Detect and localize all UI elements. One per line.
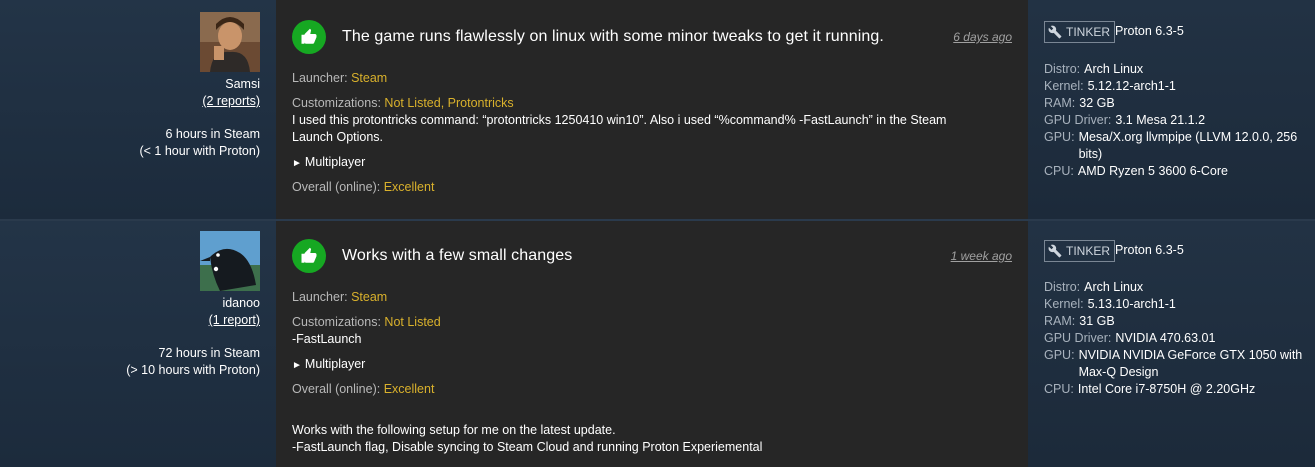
system-specs: Distro: Arch Linux Kernel: 5.13.10-arch1-1… — [1044, 279, 1304, 398]
system-panel: TINKER Proton 6.3-5 Distro: Arch Linux Ke… — [1028, 0, 1315, 220]
spec-gpu-driver: GPU Driver: NVIDIA 470.63.01 — [1044, 331, 1216, 345]
overall-row: Overall (online): Excellent — [292, 381, 972, 398]
proton-version: Proton 6.3-5 — [1115, 24, 1184, 38]
report-card: idanoo (1 report) 72 hours in Steam (> 1… — [0, 221, 1315, 467]
overall-row: Overall (online): Excellent — [292, 179, 972, 196]
spec-kernel: Kernel: 5.12.12-arch1-1 — [1044, 79, 1176, 93]
report-summary: The game runs flawlessly on linux with s… — [342, 28, 884, 45]
report-date-link[interactable]: 1 week ago — [951, 249, 1012, 263]
report-body: The game runs flawlessly on linux with s… — [276, 0, 1028, 220]
spec-ram: RAM: 32 GB — [1044, 96, 1115, 110]
launcher-row: Launcher: Steam — [292, 70, 972, 87]
report-notes: I used this protontricks command: “proto… — [292, 113, 947, 144]
spec-cpu: CPU: AMD Ryzen 5 3600 6-Core — [1044, 164, 1228, 178]
customizations-value: Not Listed — [384, 315, 441, 329]
report-body: Works with a few small changes 1 week ag… — [276, 221, 1028, 467]
tinker-badge: TINKER — [1044, 21, 1116, 43]
multiplayer-toggle[interactable]: ► Multiplayer — [292, 356, 972, 374]
report-card: Samsi (2 reports) 6 hours in Steam (< 1 … — [0, 0, 1315, 220]
playtime: 6 hours in Steam (< 1 hour with Proton) — [20, 126, 260, 160]
extra-notes-2: -FastLaunch flag, Disable syncing to Ste… — [292, 440, 763, 454]
customizations-row: Customizations: Not Listed, Protontricks — [292, 95, 972, 112]
tinker-label: TINKER — [1066, 244, 1111, 258]
avatar[interactable] — [200, 231, 260, 291]
overall-label: Overall (online): — [292, 382, 381, 396]
thumbs-up-icon — [292, 239, 326, 273]
launcher-label: Launcher: — [292, 290, 348, 304]
multiplayer-label: Multiplayer — [304, 357, 366, 371]
launcher-value: Steam — [351, 71, 388, 85]
spec-ram: RAM: 31 GB — [1044, 314, 1115, 328]
launcher-value: Steam — [351, 290, 388, 304]
spec-kernel: Kernel: 5.13.10-arch1-1 — [1044, 297, 1176, 311]
overall-label: Overall (online): — [292, 180, 381, 194]
spec-gpu: GPU: Mesa/X.org llvmpipe (LLVM 12.0.0, 25… — [1044, 130, 1298, 161]
hours-with-proton: (< 1 hour with Proton) — [139, 144, 260, 158]
spec-distro: Distro: Arch Linux — [1044, 62, 1144, 76]
overall-value: Excellent — [383, 180, 435, 194]
user-panel: idanoo (1 report) 72 hours in Steam (> 1… — [0, 221, 276, 467]
multiplayer-label: Multiplayer — [304, 155, 366, 169]
spec-gpu-driver: GPU Driver: 3.1 Mesa 21.1.2 — [1044, 113, 1206, 127]
report-date-link[interactable]: 6 days ago — [953, 30, 1012, 44]
user-panel: Samsi (2 reports) 6 hours in Steam (< 1 … — [0, 0, 276, 220]
username: idanoo — [222, 296, 260, 310]
system-specs: Distro: Arch Linux Kernel: 5.12.12-arch1-1… — [1044, 61, 1304, 180]
tinker-badge: TINKER — [1044, 240, 1116, 262]
launcher-label: Launcher: — [292, 71, 348, 85]
launcher-row: Launcher: Steam — [292, 289, 972, 306]
proton-version: Proton 6.3-5 — [1115, 243, 1184, 257]
hours-in-steam: 72 hours in Steam — [158, 346, 260, 360]
report-summary: Works with a few small changes — [342, 247, 573, 264]
overall-value: Excellent — [383, 382, 435, 396]
spec-distro: Distro: Arch Linux — [1044, 280, 1144, 294]
spec-cpu: CPU: Intel Core i7-8750H @ 2.20GHz — [1044, 382, 1256, 396]
wrench-icon — [1048, 244, 1062, 258]
customizations-label: Customizations: — [292, 315, 381, 329]
wrench-icon — [1048, 25, 1062, 39]
extra-notes-1: Works with the following setup for me on… — [292, 423, 616, 437]
customizations-label: Customizations: — [292, 96, 381, 110]
username: Samsi — [225, 77, 260, 91]
hours-in-steam: 6 hours in Steam — [165, 127, 261, 141]
triangle-right-icon: ► — [292, 360, 302, 371]
hours-with-proton: (> 10 hours with Proton) — [126, 363, 260, 377]
thumbs-up-icon — [292, 20, 326, 54]
report-notes: -FastLaunch — [292, 332, 362, 346]
avatar[interactable] — [200, 12, 260, 72]
tinker-label: TINKER — [1066, 25, 1111, 39]
system-panel: TINKER Proton 6.3-5 Distro: Arch Linux Ke… — [1028, 221, 1315, 467]
reports-link[interactable]: (1 report) — [60, 313, 260, 327]
customizations-row: Customizations: Not Listed — [292, 314, 972, 331]
customizations-value: Not Listed, Protontricks — [384, 96, 514, 110]
triangle-right-icon: ► — [292, 158, 302, 169]
playtime: 72 hours in Steam (> 10 hours with Proto… — [20, 345, 260, 379]
spec-gpu: GPU: NVIDIA NVIDIA GeForce GTX 1050 with … — [1044, 348, 1303, 379]
reports-link[interactable]: (2 reports) — [60, 94, 260, 108]
multiplayer-toggle[interactable]: ► Multiplayer — [292, 154, 972, 172]
